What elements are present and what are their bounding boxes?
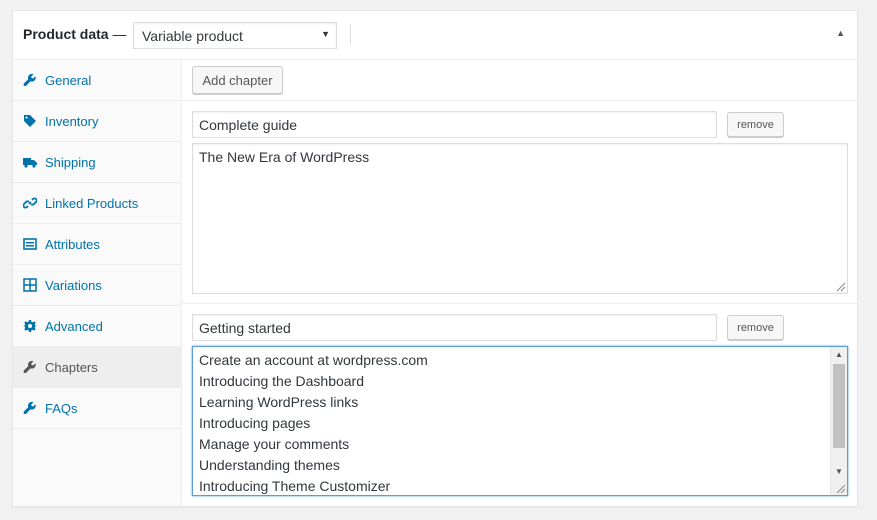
chapter-title-value: Getting started bbox=[199, 320, 291, 336]
chapter-content-line: The New Era of WordPress bbox=[199, 149, 370, 165]
link-icon bbox=[22, 196, 38, 210]
tab-variations-label: Variations bbox=[45, 277, 102, 293]
wrench-icon bbox=[23, 73, 37, 87]
scrollbar-thumb[interactable] bbox=[833, 364, 845, 448]
remove-label: remove bbox=[737, 321, 774, 334]
tab-advanced[interactable]: Advanced bbox=[13, 306, 181, 347]
tab-general[interactable]: General bbox=[13, 60, 181, 101]
remove-chapter-button[interactable]: remove bbox=[727, 112, 784, 137]
tab-general-label: General bbox=[45, 72, 92, 88]
tab-attributes-label: Attributes bbox=[45, 236, 100, 252]
product-data-tabs: General Inventory Shipping Linked Produc… bbox=[13, 60, 182, 506]
chapters-toolbar: Add chapter bbox=[182, 60, 857, 101]
chapter-content-textarea[interactable]: The New Era of WordPress bbox=[192, 143, 848, 294]
remove-chapter-button[interactable]: remove bbox=[727, 315, 784, 340]
chapter-item: Complete guide remove The New Era of Wor… bbox=[182, 101, 857, 304]
resize-grip-icon[interactable] bbox=[836, 484, 846, 494]
chapters-panel: Add chapter Complete guide remove The Ne… bbox=[182, 60, 857, 506]
wrench-icon bbox=[23, 360, 37, 374]
chapter-title-input[interactable]: Getting started bbox=[192, 314, 717, 341]
chapter-title-input[interactable]: Complete guide bbox=[192, 111, 717, 138]
product-data-metabox: Product data — Variable product ▼ ▲ Gene… bbox=[12, 10, 858, 507]
tab-shipping[interactable]: Shipping bbox=[13, 142, 181, 183]
metabox-title-text: Product data bbox=[23, 26, 109, 42]
grid-icon bbox=[23, 278, 37, 292]
chapter-content-line: Create an account at wordpress.com bbox=[199, 352, 428, 368]
tab-attributes[interactable]: Attributes bbox=[13, 224, 181, 265]
tab-faqs[interactable]: FAQs bbox=[13, 388, 181, 429]
dropdown-arrow-icon: ▼ bbox=[321, 29, 330, 39]
tab-chapters[interactable]: Chapters bbox=[13, 347, 181, 388]
tab-faqs-label: FAQs bbox=[45, 400, 78, 416]
tab-variations[interactable]: Variations bbox=[13, 265, 181, 306]
tab-linked-products-label: Linked Products bbox=[45, 195, 139, 211]
scroll-down-icon[interactable]: ▼ bbox=[831, 464, 847, 480]
title-dash: — bbox=[112, 26, 127, 42]
add-chapter-button[interactable]: Add chapter bbox=[192, 66, 283, 94]
chapter-content-line: Learning WordPress links bbox=[199, 394, 359, 410]
chapter-content-line: Introducing Theme Customizer bbox=[199, 478, 391, 494]
collapse-toggle-icon[interactable]: ▲ bbox=[836, 28, 845, 38]
chapter-content-line: Introducing pages bbox=[199, 415, 311, 431]
product-type-select[interactable]: Variable product ▼ bbox=[133, 22, 337, 49]
tag-icon bbox=[23, 114, 37, 128]
add-chapter-label: Add chapter bbox=[202, 72, 273, 88]
tab-advanced-label: Advanced bbox=[45, 318, 103, 334]
metabox-header: Product data — Variable product ▼ ▲ bbox=[13, 11, 857, 60]
tab-inventory-label: Inventory bbox=[45, 113, 99, 129]
textarea-scrollbar[interactable]: ▲ ▼ bbox=[830, 347, 847, 495]
header-divider bbox=[350, 24, 351, 44]
chapter-content-line: Manage your comments bbox=[199, 436, 350, 452]
metabox-title: Product data — bbox=[23, 26, 126, 42]
truck-icon bbox=[23, 155, 37, 169]
scroll-up-icon[interactable]: ▲ bbox=[831, 347, 847, 363]
tab-inventory[interactable]: Inventory bbox=[13, 101, 181, 142]
list-icon bbox=[23, 237, 37, 251]
chapter-content-line: Introducing the Dashboard bbox=[199, 373, 364, 389]
resize-grip-icon[interactable] bbox=[836, 282, 846, 292]
tab-chapters-label: Chapters bbox=[45, 359, 98, 375]
chapter-content-textarea[interactable]: Create an account at wordpress.com Intro… bbox=[192, 346, 848, 496]
product-type-value: Variable product bbox=[142, 28, 243, 44]
chapter-content-line: Understanding themes bbox=[199, 457, 340, 473]
remove-label: remove bbox=[737, 118, 774, 131]
tab-shipping-label: Shipping bbox=[45, 154, 96, 170]
chapter-item: Getting started remove Create an account… bbox=[182, 304, 857, 508]
wrench-icon bbox=[23, 401, 37, 415]
chapter-title-value: Complete guide bbox=[199, 117, 298, 133]
gear-icon bbox=[23, 319, 37, 333]
tab-linked-products[interactable]: Linked Products bbox=[13, 183, 181, 224]
